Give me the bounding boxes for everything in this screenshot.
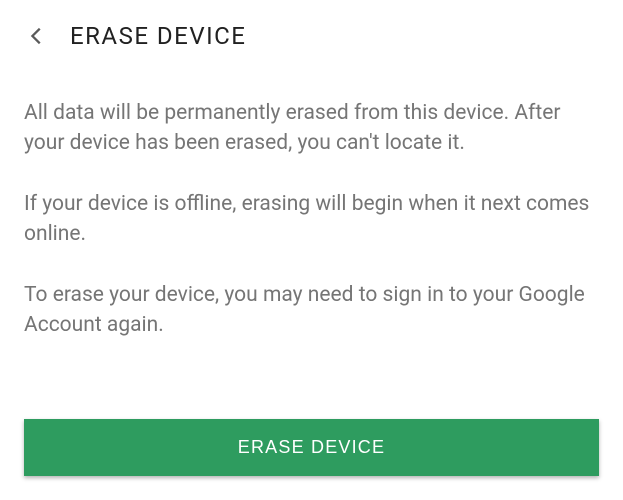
header-bar: ERASE DEVICE bbox=[24, 16, 599, 50]
erase-device-button[interactable]: ERASE DEVICE bbox=[24, 419, 599, 476]
content-area: All data will be permanently erased from… bbox=[24, 98, 599, 413]
warning-paragraph-1: All data will be permanently erased from… bbox=[24, 98, 591, 159]
back-icon[interactable] bbox=[24, 25, 48, 47]
page-title: ERASE DEVICE bbox=[70, 22, 246, 50]
warning-paragraph-3: To erase your device, you may need to si… bbox=[24, 280, 591, 341]
warning-paragraph-2: If your device is offline, erasing will … bbox=[24, 189, 591, 250]
footer: ERASE DEVICE bbox=[24, 413, 599, 476]
